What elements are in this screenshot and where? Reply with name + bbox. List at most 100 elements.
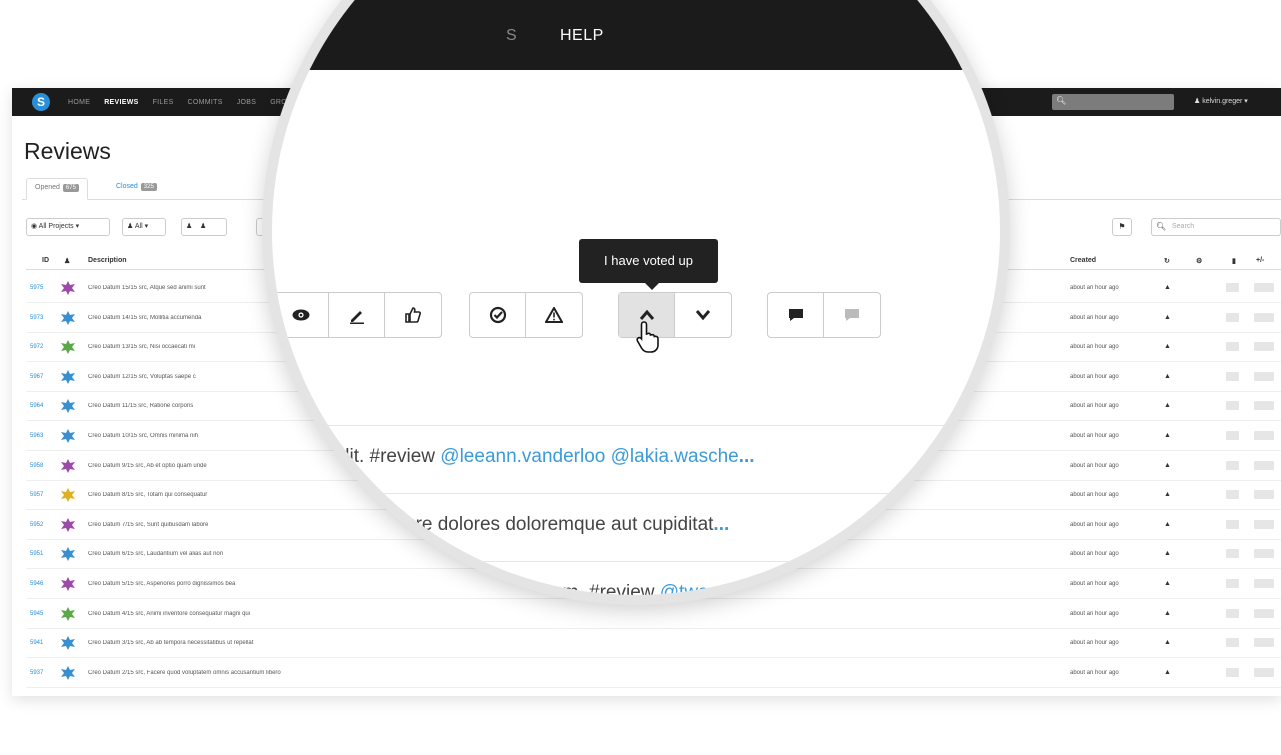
comment-count-badge — [1226, 638, 1239, 648]
nav-help[interactable]: HELP — [560, 27, 604, 45]
description-text: sunt velit. #review — [284, 446, 441, 467]
col-id[interactable]: ID — [42, 257, 49, 264]
avatar — [61, 399, 75, 414]
review-id-link[interactable]: 5952 — [30, 522, 43, 528]
magnified-description-line: a atque quo dolore dolores doloremque au… — [272, 493, 1000, 561]
vote-count-badge — [1254, 608, 1274, 618]
col-votes: +/- — [1256, 257, 1265, 264]
mention-links[interactable]: @leeann.vanderloo @lakia.wasche — [440, 446, 738, 467]
col-created[interactable]: Created — [1070, 257, 1096, 264]
edit-pencil-icon[interactable] — [329, 293, 385, 337]
nav-reviews[interactable]: REVIEWS — [104, 99, 138, 106]
comment-count-badge — [1226, 431, 1239, 440]
comment-icon[interactable] — [768, 293, 824, 337]
watch-eye-icon[interactable] — [273, 293, 329, 337]
vote-count-badge — [1254, 371, 1274, 381]
review-created: about an hour ago — [1070, 462, 1119, 469]
vote-count-badge — [1254, 519, 1274, 529]
review-id-link[interactable]: 5957 — [30, 492, 43, 498]
review-created: about an hour ago — [1070, 640, 1119, 647]
comment-count-badge — [1226, 667, 1239, 677]
bookmark-icon[interactable]: ⚑ — [1112, 218, 1132, 236]
review-id-link[interactable]: 5963 — [30, 433, 43, 439]
tooltip-arrow — [645, 283, 659, 290]
table-row[interactable]: 5941 Creo Datum 3/15 src, Ab ab tempora n… — [26, 629, 1281, 659]
comment-count-badge — [1226, 490, 1239, 500]
comment-count-badge — [1226, 549, 1239, 559]
nav-home[interactable]: HOME — [68, 99, 90, 106]
review-id-link[interactable]: 5946 — [30, 581, 43, 587]
magnified-view: S HELP I have voted up sunt velit. #revi… — [272, 0, 1000, 595]
avatar — [61, 281, 75, 295]
project-filter-dropdown[interactable]: ◉ All Projects ▾ — [26, 218, 110, 236]
vote-tooltip: I have voted up — [579, 239, 718, 283]
tab-closed-count: 325 — [140, 183, 157, 191]
review-id-link[interactable]: 5945 — [30, 611, 43, 617]
tab-opened-label: Opened — [35, 184, 60, 191]
avatar — [61, 458, 75, 473]
review-search-placeholder: Search — [1172, 223, 1195, 230]
vote-count-badge — [1254, 401, 1274, 411]
nav-jobs[interactable]: JOBS — [237, 99, 256, 106]
review-created: about an hour ago — [1070, 581, 1119, 587]
review-search-input[interactable]: 🔍︎ Search — [1151, 218, 1281, 236]
review-id-link[interactable]: 5964 — [30, 403, 43, 409]
table-row[interactable]: 5937 Creo Datum 2/15 src, Facere quod vol… — [26, 659, 1281, 688]
tab-opened-count: 675 — [62, 184, 79, 192]
tab-opened[interactable]: Opened 675 — [26, 178, 88, 200]
comments-icon: ▮ — [1232, 258, 1236, 265]
avatar — [61, 517, 75, 532]
review-description[interactable]: Creo Datum 2/15 src, Facere quod volupta… — [88, 670, 348, 676]
nav-commits[interactable]: COMMITS — [188, 99, 223, 106]
user-filter-dropdown[interactable]: ♟ All ▾ — [122, 218, 166, 236]
vote-count-badge — [1254, 549, 1274, 559]
comment-group — [767, 292, 881, 338]
nav-files[interactable]: FILES — [153, 99, 174, 106]
nav-menu: HOME REVIEWS FILES COMMITS JOBS GROUPS — [68, 88, 302, 116]
review-created: about an hour ago — [1070, 669, 1119, 676]
review-id-link[interactable]: 5958 — [30, 463, 43, 469]
review-id-link[interactable]: 5937 — [30, 670, 43, 676]
vote-down-chevron-icon[interactable] — [675, 293, 731, 337]
vote-count-badge — [1254, 312, 1274, 322]
review-created: about an hour ago — [1070, 610, 1119, 617]
page-title: Reviews — [24, 138, 111, 164]
nav-search-input[interactable]: 🔍︎ — [1052, 94, 1174, 110]
author-icon: ♟ — [64, 258, 71, 265]
more-ellipsis[interactable]: ... — [739, 446, 755, 467]
vote-count-badge — [1254, 431, 1274, 440]
vote-count-badge — [1254, 667, 1274, 677]
warning-triangle-icon[interactable] — [526, 293, 582, 337]
avatar — [61, 636, 75, 651]
review-id-link[interactable]: 5975 — [30, 285, 43, 291]
col-description[interactable]: Description — [88, 257, 127, 264]
review-id-link[interactable]: 5973 — [30, 315, 43, 321]
review-id-link[interactable]: 5967 — [30, 374, 43, 380]
review-created: about an hour ago — [1070, 433, 1119, 439]
state-icon: ↻ — [1164, 258, 1170, 265]
comment-disabled-icon[interactable] — [824, 293, 880, 337]
avatar — [61, 547, 75, 562]
state-icon: ▲ — [1164, 550, 1171, 558]
review-id-link[interactable]: 5951 — [30, 551, 43, 557]
check-circle-icon[interactable] — [470, 293, 526, 337]
user-menu[interactable]: ♟ kelvin.greger ▾ — [1194, 97, 1248, 105]
settings-icon: ⚙ — [1196, 258, 1203, 265]
review-description[interactable]: Creo Datum 3/15 src, Ab ab tempora neces… — [88, 640, 348, 646]
more-ellipsis[interactable]: ... — [713, 514, 729, 535]
vote-count-badge — [1254, 579, 1274, 588]
swarm-logo-icon[interactable]: S — [32, 93, 50, 111]
tab-closed[interactable]: Closed 325 — [108, 178, 165, 200]
thumbs-up-icon[interactable] — [385, 293, 441, 337]
avatar — [61, 340, 75, 355]
vote-count-badge — [1254, 638, 1274, 648]
state-icon: ▲ — [1164, 668, 1171, 676]
review-created: about an hour ago — [1070, 314, 1119, 321]
participant-filter-group[interactable]: ♟ ♟ — [181, 218, 227, 236]
avatar — [61, 488, 75, 503]
comment-count-badge — [1226, 579, 1239, 588]
review-description[interactable]: Creo Datum 4/15 src, Animi inventore con… — [88, 611, 348, 617]
review-created: about an hour ago — [1070, 551, 1119, 558]
review-id-link[interactable]: 5941 — [30, 640, 43, 646]
review-id-link[interactable]: 5972 — [30, 344, 43, 350]
